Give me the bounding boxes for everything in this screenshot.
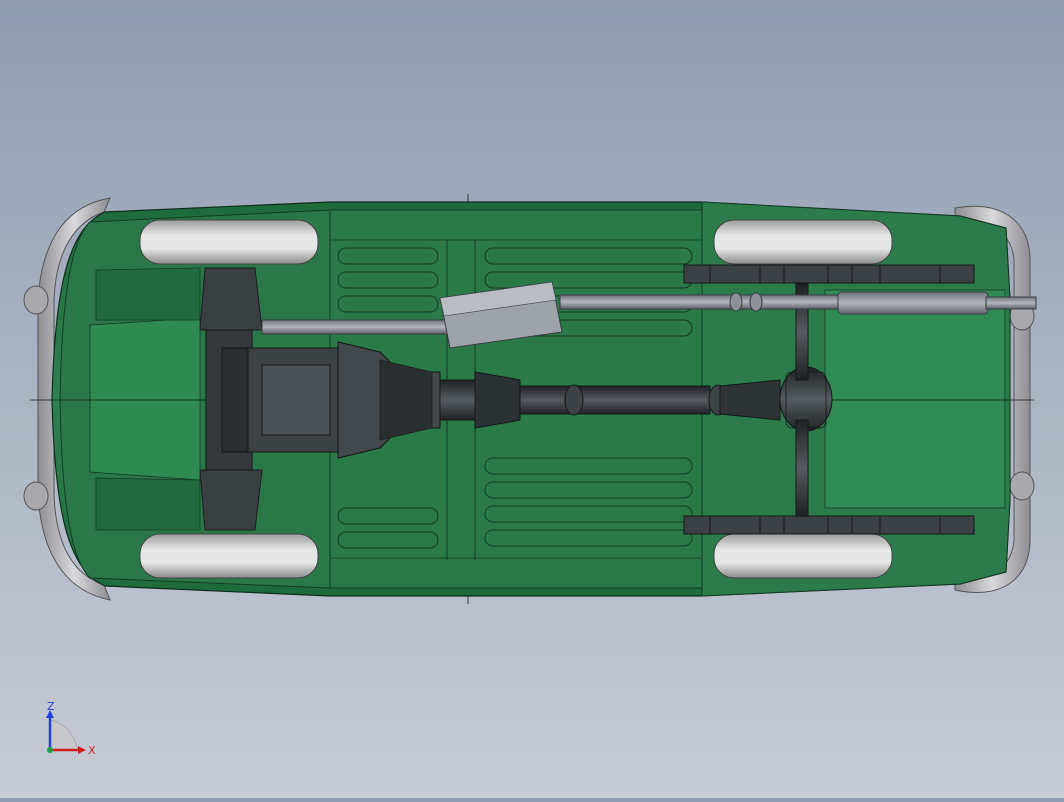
rear-suspension-arm-top bbox=[199, 267, 263, 331]
leaf-spring-top bbox=[683, 264, 975, 284]
x-axis-label: X bbox=[88, 744, 96, 757]
front-axle-lower bbox=[795, 419, 809, 517]
car-underbody-model[interactable] bbox=[0, 0, 1064, 798]
axis-triad: Z X bbox=[46, 700, 96, 757]
rear-wheel-arch-shadow-bottom bbox=[95, 477, 201, 531]
exhaust-silencer bbox=[837, 291, 989, 315]
front-tire-bottom bbox=[713, 533, 893, 579]
z-axis-label: Z bbox=[47, 700, 55, 713]
rear-inner-panel bbox=[89, 317, 201, 481]
bumper-overrider-rear-bottom bbox=[23, 481, 49, 511]
cad-viewport[interactable]: Z X bbox=[0, 0, 1064, 798]
rear-wheel-arch-shadow-top bbox=[95, 267, 201, 321]
exhaust-tailpipe bbox=[985, 296, 1037, 310]
engine-head bbox=[221, 347, 249, 453]
triad-plane bbox=[49, 719, 79, 751]
exhaust-pipe-mid bbox=[559, 294, 841, 310]
propeller-shaft bbox=[519, 385, 711, 415]
exhaust-pipe-rear bbox=[261, 319, 449, 335]
rear-suspension-arm-bottom bbox=[199, 469, 263, 531]
shaft-joint-1 bbox=[564, 384, 584, 416]
bumper-overrider-rear-top bbox=[23, 285, 49, 315]
rear-tire-bottom bbox=[139, 533, 319, 579]
rear-tire-top bbox=[139, 219, 319, 265]
leaf-spring-bottom bbox=[683, 515, 975, 535]
front-tire-top bbox=[713, 219, 893, 265]
origin-point bbox=[47, 747, 53, 753]
bumper-overrider-front-bottom bbox=[1009, 471, 1035, 501]
front-inner-panel bbox=[824, 289, 1006, 509]
